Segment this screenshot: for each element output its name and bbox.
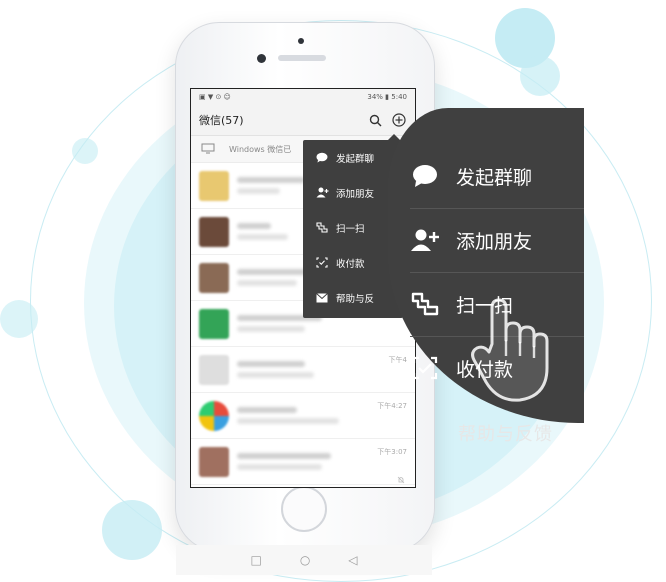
chat-time: 下午4 [388,356,407,364]
decor-bubble [520,56,560,96]
recent-apps-button[interactable]: □ [250,553,261,567]
android-nav-bar: □ ○ ◁ [176,545,432,575]
chat-time: 下午3:07 [377,448,407,456]
status-right: 34% ▮ 5:40 [367,93,407,101]
app-header: 微信(57) [191,105,415,136]
zoomed-item-add-friend[interactable]: 添加朋友 [410,208,584,273]
avatar [199,308,229,339]
add-friend-icon [410,225,440,255]
scan-icon [410,289,440,319]
zoomed-item-help-faded: 帮助与反馈 [458,424,553,445]
app-title: 微信(57) [199,114,244,127]
mail-icon [315,291,329,305]
decor-bubble [102,500,162,560]
add-friend-icon [315,186,329,200]
battery-icon: ▮ [385,93,390,101]
avatar [199,354,229,385]
menu-item-label: 扫一扫 [336,223,365,235]
payment-icon [315,256,329,270]
phone-speaker [278,55,326,61]
status-bar: ▣ ▼ ⊙ ☺ 34% ▮ 5:40 [191,89,415,105]
avatar [199,262,229,293]
mute-icon [397,469,405,484]
payment-icon [410,353,440,383]
back-button[interactable]: ◁ [348,553,357,567]
monitor-icon [201,143,215,156]
zoomed-item-label: 添加朋友 [456,230,533,253]
pointer-hand-icon [471,298,549,402]
chat-list-item[interactable]: 下午4:27 [191,393,415,439]
avatar [199,170,229,201]
avatar [199,400,229,431]
phone-camera [257,54,266,63]
menu-item-label: 发起群聊 [336,153,375,165]
chat-list-item[interactable]: 下午3:07 [191,439,415,485]
zoomed-item-label: 发起群聊 [456,166,533,189]
home-button[interactable] [281,486,327,532]
battery-level: 34% [367,93,383,101]
menu-item-label: 收付款 [336,258,365,270]
menu-item-group-chat[interactable]: 发起群聊 [303,140,403,175]
avatar [199,216,229,247]
chat-bubble-icon [315,151,329,165]
home-nav-button[interactable]: ○ [300,553,310,567]
menu-item-label: 帮助与反 [336,293,375,305]
status-left-icons: ▣ ▼ ⊙ ☺ [199,93,231,101]
avatar [199,446,229,477]
clock: 5:40 [391,93,407,101]
banner-text: Windows 微信已 [229,144,292,154]
scan-icon [315,221,329,235]
phone-sensor [298,38,304,44]
decor-bubble [0,300,38,338]
decor-bubble [72,138,98,164]
search-icon[interactable] [367,112,383,128]
chat-list-item[interactable]: 下午4 [191,347,415,393]
menu-item-help[interactable]: 帮助与反 [303,280,403,315]
chat-bubble-icon [410,161,440,191]
zoomed-item-group-chat[interactable]: 发起群聊 [410,144,584,209]
plus-circle-icon[interactable] [391,112,407,128]
chat-time: 下午4:27 [377,402,407,410]
menu-item-label: 添加朋友 [336,188,375,200]
